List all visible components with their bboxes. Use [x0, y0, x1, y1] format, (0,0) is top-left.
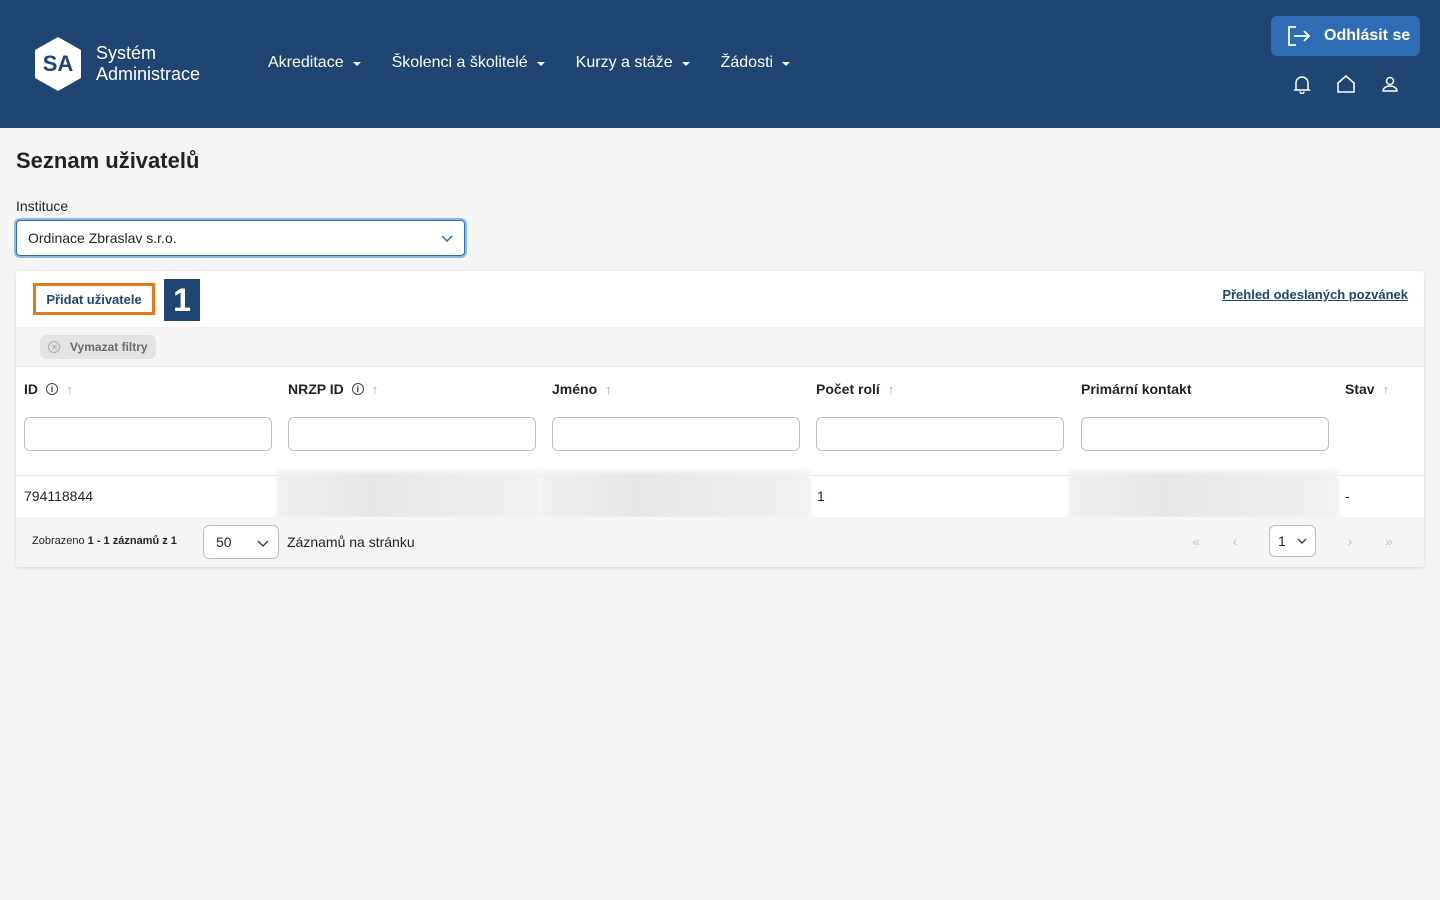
sent-invitations-link[interactable]: Přehled odeslaných pozvánek	[1222, 287, 1408, 302]
top-navbar: SA Systém Administrace Akreditace Školen…	[0, 0, 1440, 128]
sort-arrow-icon[interactable]: ↑	[372, 382, 379, 397]
column-header-status[interactable]: Stav ↑	[1345, 381, 1389, 397]
sort-arrow-icon[interactable]: ↑	[1383, 382, 1390, 397]
info-icon[interactable]: i	[46, 383, 58, 395]
info-icon[interactable]: i	[351, 383, 364, 395]
column-label: Stav	[1345, 381, 1375, 397]
filter-input-nrzp-id[interactable]	[288, 417, 536, 451]
records-summary-prefix: Zobrazeno	[32, 535, 88, 547]
sort-arrow-icon[interactable]: ↑	[66, 382, 73, 397]
bell-icon[interactable]	[1292, 74, 1312, 94]
logout-icon	[1288, 26, 1311, 46]
nav-label: Žádosti	[720, 54, 774, 71]
previous-page-icon[interactable]: ‹	[1225, 531, 1245, 551]
nav-label: Akreditace	[268, 54, 344, 71]
sort-arrow-icon[interactable]: ↑	[888, 382, 895, 397]
nav-akreditace[interactable]: Akreditace	[268, 52, 361, 74]
last-page-icon[interactable]: »	[1379, 531, 1399, 551]
main-nav: Akreditace Školenci a školitelé Kurzy a …	[268, 52, 821, 74]
per-page-value: 50	[216, 534, 232, 550]
home-icon[interactable]	[1336, 74, 1356, 94]
logo-text: SA	[43, 51, 74, 76]
logout-label: Odhlásit se	[1324, 27, 1411, 44]
logout-button[interactable]: Odhlásit se	[1271, 16, 1420, 56]
column-header-name[interactable]: Jméno ↑	[552, 381, 612, 397]
caret-down-icon	[352, 62, 361, 66]
institution-label: Instituce	[16, 198, 69, 214]
caret-down-icon	[681, 62, 690, 66]
nav-skolenci[interactable]: Školenci a školitelé	[392, 52, 545, 74]
caret-down-icon	[782, 62, 791, 66]
first-page-icon[interactable]: «	[1186, 531, 1206, 551]
chevron-down-icon	[257, 540, 269, 547]
records-summary-range: 1 - 1 záznamů z 1	[87, 535, 177, 547]
logo[interactable]: SA	[33, 36, 83, 92]
redacted-cell-name	[541, 471, 811, 519]
close-circle-icon	[48, 341, 60, 353]
column-header-role-count[interactable]: Počet rolí ↑	[816, 381, 894, 397]
add-user-button[interactable]: Přidat uživatele	[33, 283, 155, 315]
nav-label: Školenci a školitelé	[391, 54, 528, 71]
column-header-nrzp-id[interactable]: NRZP ID i ↑	[288, 381, 378, 397]
brand-line-1: Systém	[96, 43, 157, 63]
cell-id[interactable]: 794118844	[24, 476, 93, 516]
institution-value: Ordinace Zbraslav s.r.o.	[28, 230, 177, 246]
records-summary: Zobrazeno 1 - 1 záznamů z 1	[32, 535, 177, 547]
per-page-select[interactable]: 50	[203, 525, 279, 559]
clear-filters-button[interactable]: Vymazat filtry	[40, 335, 156, 359]
column-label: NRZP ID	[288, 381, 344, 397]
filter-input-id[interactable]	[24, 417, 272, 451]
filter-bar: Vymazat filtry	[16, 327, 1424, 367]
column-label: Jméno	[552, 381, 598, 397]
filter-input-role-count[interactable]	[816, 417, 1064, 451]
sort-arrow-icon[interactable]: ↑	[605, 382, 612, 397]
next-page-icon[interactable]: ›	[1340, 531, 1360, 551]
table-footer: Zobrazeno 1 - 1 záznamů z 1 50 Záznamů n…	[16, 517, 1424, 567]
column-label: Počet rolí	[816, 381, 880, 397]
cell-role-count[interactable]: 1	[817, 476, 825, 516]
current-page-value: 1	[1278, 533, 1286, 549]
user-icon[interactable]	[1380, 74, 1400, 94]
nav-label: Kurzy a stáže	[575, 54, 673, 71]
brand-line-2: Administrace	[96, 64, 201, 84]
column-label: ID	[24, 381, 38, 397]
chevron-down-icon	[1297, 538, 1307, 544]
filter-input-primary-contact[interactable]	[1081, 417, 1329, 451]
caret-down-icon	[536, 62, 545, 66]
nav-zadosti[interactable]: Žádosti	[720, 52, 791, 74]
chevron-down-icon	[441, 235, 453, 243]
per-page-label: Záznamů na stránku	[287, 534, 415, 550]
nav-kurzy[interactable]: Kurzy a stáže	[576, 52, 690, 74]
institution-select[interactable]: Ordinace Zbraslav s.r.o.	[16, 220, 465, 256]
filter-input-name[interactable]	[552, 417, 800, 451]
column-header-id[interactable]: ID i ↑	[24, 381, 73, 397]
redacted-cell-primary-contact	[1069, 471, 1339, 519]
cell-status[interactable]: -	[1345, 476, 1350, 516]
step-badge: 1	[164, 279, 200, 321]
redacted-cell-nrzp-id	[277, 471, 541, 519]
column-header-primary-contact[interactable]: Primární kontakt	[1081, 381, 1191, 397]
clear-filters-label: Vymazat filtry	[70, 340, 148, 354]
users-table-card: Přidat uživatele 1 Přehled odeslaných po…	[16, 271, 1424, 567]
column-label: Primární kontakt	[1081, 381, 1192, 397]
brand-name[interactable]: Systém Administrace	[96, 43, 200, 85]
page-select[interactable]: 1	[1269, 525, 1316, 557]
page-title: Seznam uživatelů	[16, 148, 200, 173]
